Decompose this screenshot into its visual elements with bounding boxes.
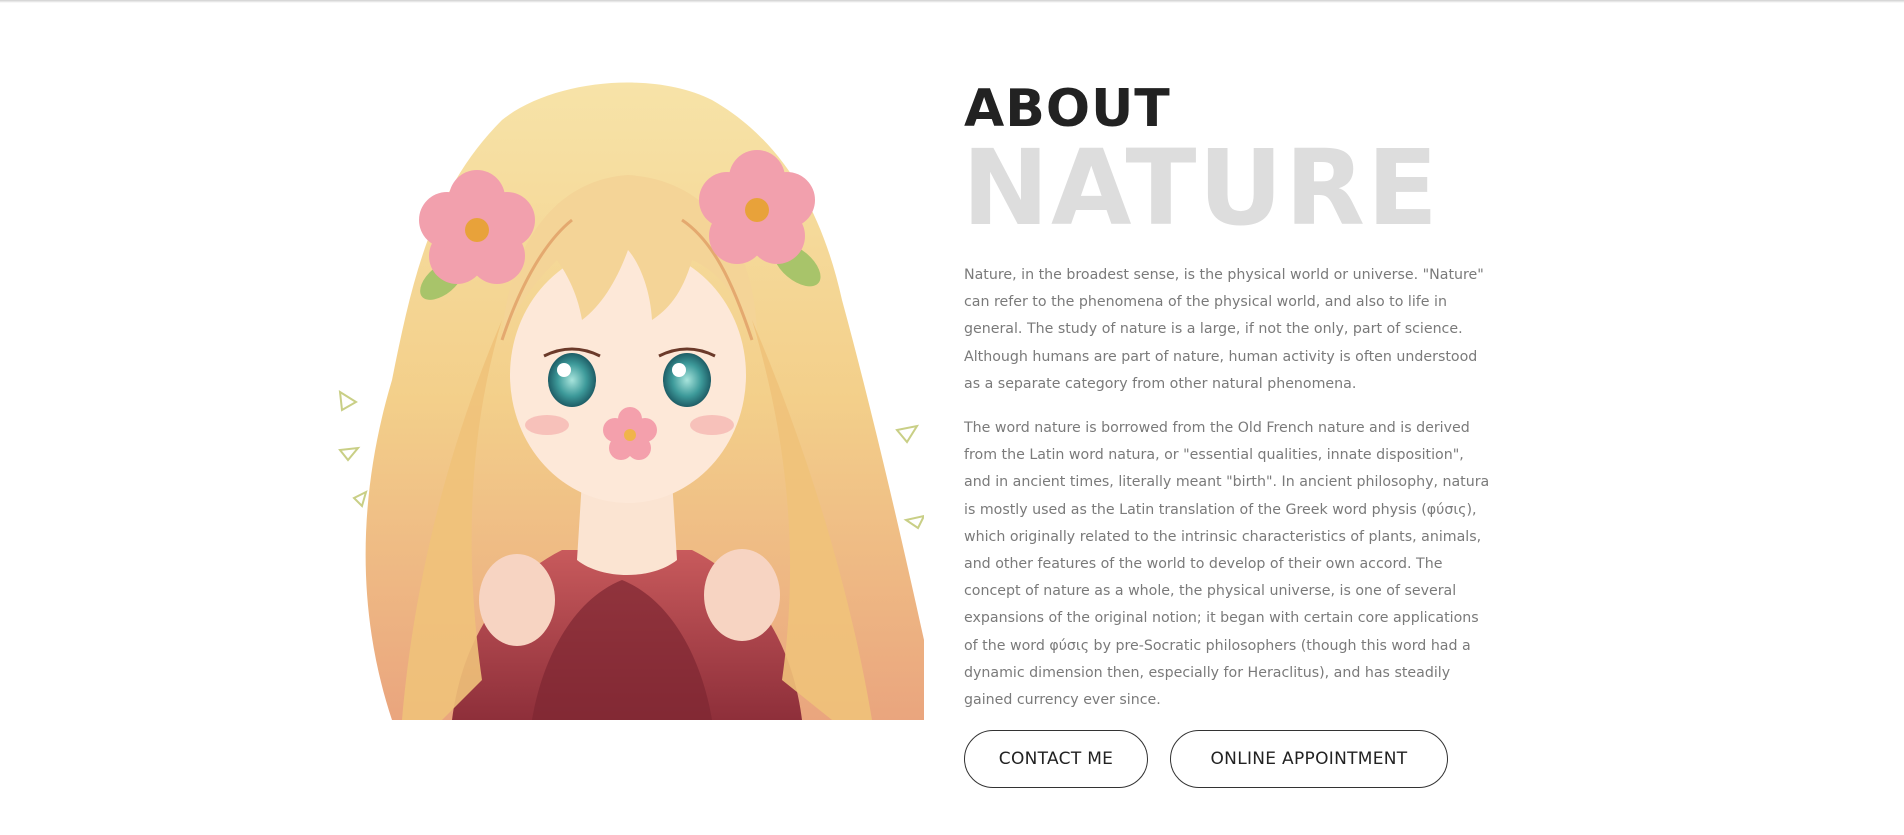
nature-subheading: NATURE: [962, 127, 1440, 249]
about-paragraph-1: Nature, in the broadest sense, is the ph…: [964, 267, 1484, 392]
top-shadow: [0, 0, 1904, 3]
contact-me-button[interactable]: CONTACT ME: [964, 730, 1148, 788]
left-hand: [479, 554, 555, 646]
right-hand: [704, 549, 780, 641]
online-appointment-button[interactable]: ONLINE APPOINTMENT: [1170, 730, 1448, 788]
right-eye: [663, 353, 711, 407]
about-paragraph-2: The word nature is borrowed from the Old…: [964, 420, 1490, 709]
anime-girl-illustration: [332, 80, 924, 720]
face: [510, 247, 746, 503]
about-section: ABOUT NATURE Nature, in the broadest sen…: [962, 78, 1524, 714]
action-buttons: CONTACT ME ONLINE APPOINTMENT: [964, 730, 1448, 788]
left-eye: [548, 353, 596, 407]
